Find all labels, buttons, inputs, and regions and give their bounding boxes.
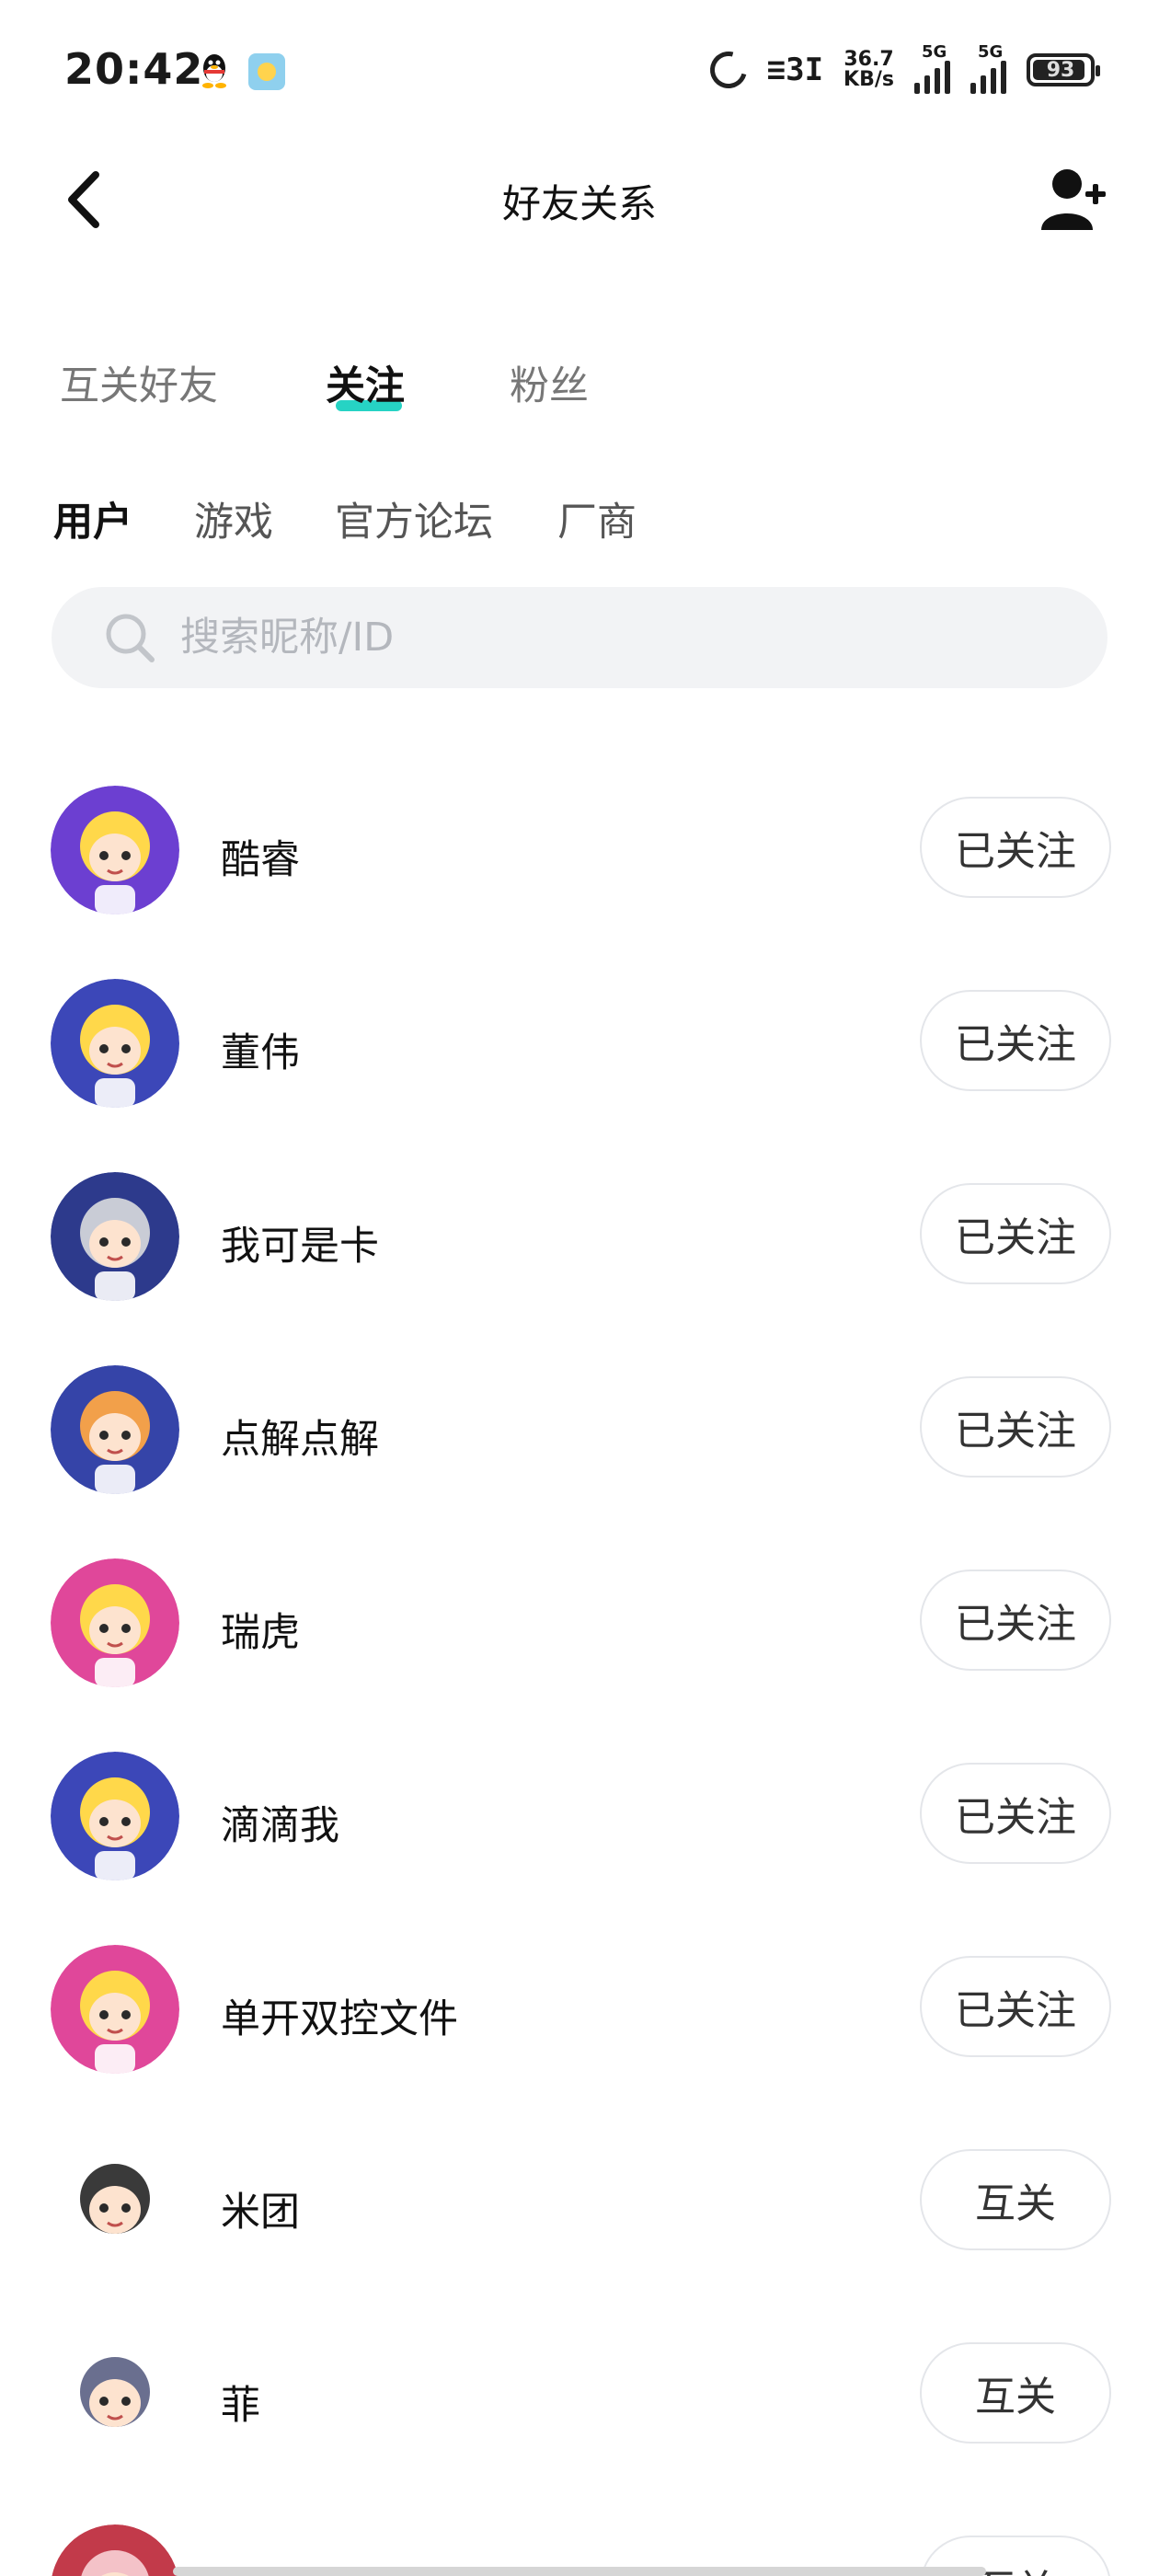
tab-fans[interactable]: 粉丝 xyxy=(510,354,589,411)
user-nickname[interactable]: 米团 xyxy=(221,2180,300,2237)
list-item[interactable]: 单开双控文件 已关注 xyxy=(0,1932,1159,2098)
list-item[interactable]: 滴滴我 已关注 xyxy=(0,1739,1159,1904)
user-nickname[interactable]: 点解点解 xyxy=(221,1408,379,1465)
home-indicator[interactable] xyxy=(173,2567,986,2576)
moon-icon xyxy=(703,44,753,96)
nfc-icon: ≡3I xyxy=(766,52,824,88)
following-button[interactable]: 已关注 xyxy=(920,1956,1111,2057)
user-list: 酷睿 已关注 董伟 已关注 我可是卡 已关注 点解点解 已关注 瑞虎 已关注 滴滴我 已关注 单开双控文… xyxy=(0,773,1159,2576)
user-nickname[interactable]: 瑞虎 xyxy=(221,1601,300,1658)
following-button[interactable]: 已关注 xyxy=(920,1570,1111,1671)
sim2-label: 5G xyxy=(978,42,1004,62)
battery-percent: 93 xyxy=(1046,58,1075,82)
avatar[interactable] xyxy=(51,2138,179,2267)
mutual-follow-button[interactable]: 互关 xyxy=(920,2342,1111,2444)
avatar[interactable] xyxy=(51,786,179,914)
user-nickname[interactable]: 单开双控文件 xyxy=(221,1987,458,2044)
subtab-official-forums[interactable]: 官方论坛 xyxy=(335,490,493,547)
network-speed: 36.7 KB/s xyxy=(843,50,894,90)
user-nickname[interactable]: 滴滴我 xyxy=(221,1794,339,1851)
avatar[interactable] xyxy=(51,1945,179,2074)
sim1-label: 5G xyxy=(922,42,947,62)
search-icon xyxy=(106,614,155,662)
avatar[interactable] xyxy=(51,2524,179,2576)
status-icons: ≡3I 36.7 KB/s 5G 5G 93 xyxy=(703,42,1100,96)
avatar[interactable] xyxy=(51,1558,179,1687)
network-speed-value: 36.7 xyxy=(843,48,894,71)
following-button[interactable]: 已关注 xyxy=(920,1376,1111,1478)
signal-icon: 5G xyxy=(914,42,950,94)
status-bar: 20:42 ≡3I 36.7 KB/s 5G 5G 93 xyxy=(0,0,1159,138)
tab-following[interactable]: 关注 xyxy=(326,354,405,411)
list-item[interactable]: 米团 互关 xyxy=(0,2125,1159,2291)
add-friend-icon xyxy=(1041,169,1106,230)
list-item[interactable]: 瑞虎 已关注 xyxy=(0,1546,1159,1711)
list-item[interactable]: 我可是卡 已关注 xyxy=(0,1159,1159,1325)
subtab-games[interactable]: 游戏 xyxy=(194,490,273,547)
following-button[interactable]: 已关注 xyxy=(920,1763,1111,1864)
network-speed-unit: KB/s xyxy=(843,68,894,91)
weather-icon xyxy=(248,53,285,90)
page-title: 好友关系 xyxy=(501,181,657,226)
list-item[interactable]: 点解点解 已关注 xyxy=(0,1352,1159,1518)
avatar[interactable] xyxy=(51,1172,179,1301)
avatar[interactable] xyxy=(51,1752,179,1880)
user-nickname[interactable]: 董伟 xyxy=(221,1021,300,1078)
avatar[interactable] xyxy=(51,1365,179,1494)
battery-icon: 93 xyxy=(1027,53,1100,86)
following-button[interactable]: 已关注 xyxy=(920,990,1111,1091)
search-bar[interactable] xyxy=(52,587,1107,688)
subtab-users[interactable]: 用户 xyxy=(53,490,132,547)
following-button[interactable]: 已关注 xyxy=(920,797,1111,898)
following-button[interactable]: 已关注 xyxy=(920,1183,1111,1284)
subtab-vendors[interactable]: 厂商 xyxy=(557,490,637,547)
list-item[interactable]: 酷睿 已关注 xyxy=(0,773,1159,938)
mutual-follow-button[interactable]: 互关 xyxy=(920,2149,1111,2250)
user-nickname[interactable]: 菲 xyxy=(221,2374,260,2431)
avatar[interactable] xyxy=(51,979,179,1108)
qq-icon xyxy=(199,52,230,88)
add-friend-button[interactable] xyxy=(1039,166,1113,236)
avatar[interactable] xyxy=(51,2331,179,2460)
tab-mutual-friends[interactable]: 互关好友 xyxy=(60,354,218,411)
user-nickname[interactable]: 酷睿 xyxy=(221,828,300,885)
list-item[interactable]: 菲 互关 xyxy=(0,2318,1159,2484)
list-item[interactable]: 董伟 已关注 xyxy=(0,966,1159,1132)
status-time: 20:42 xyxy=(64,44,204,94)
signal-icon: 5G xyxy=(970,42,1006,94)
search-input[interactable] xyxy=(180,587,1063,688)
user-nickname[interactable]: 我可是卡 xyxy=(221,1214,379,1271)
